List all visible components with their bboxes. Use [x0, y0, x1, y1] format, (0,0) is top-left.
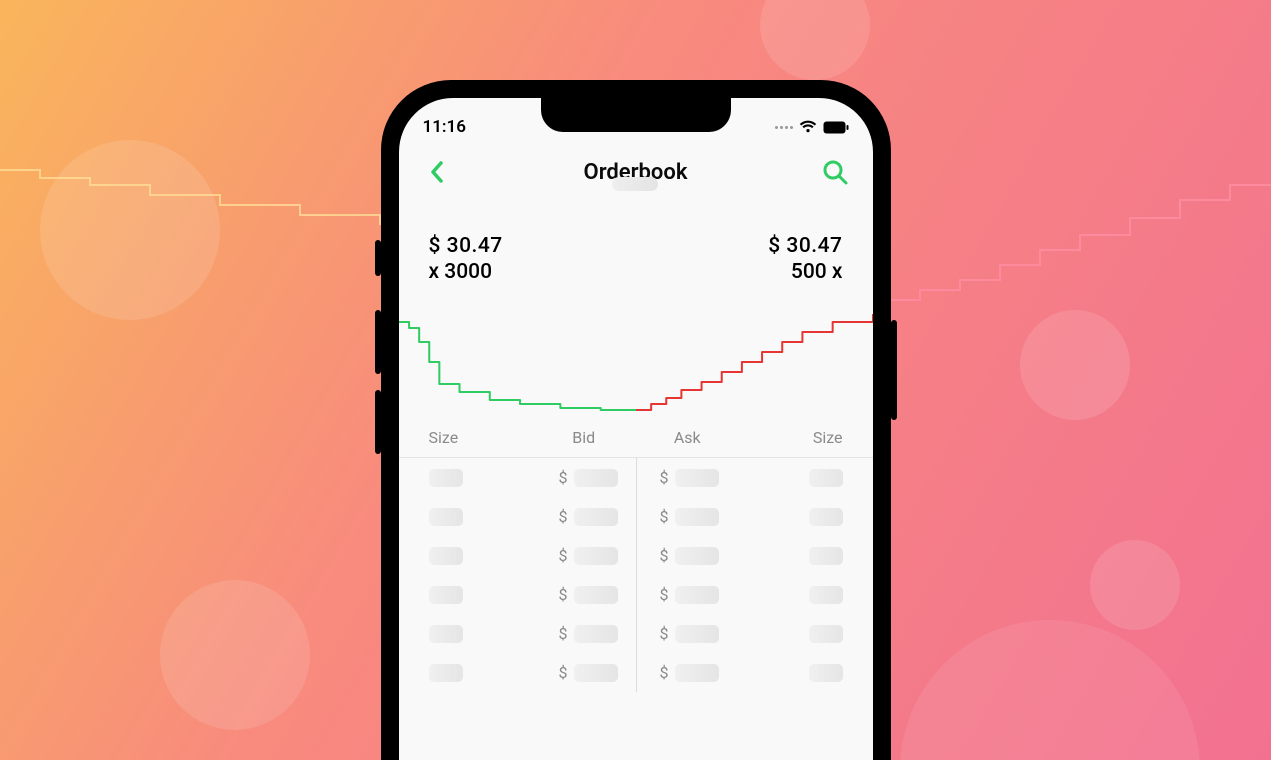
- orderbook-row: $$: [399, 536, 873, 575]
- currency-symbol: $: [559, 468, 568, 487]
- phone-side-button: [375, 390, 381, 454]
- ask-price-placeholder: [675, 664, 719, 682]
- phone-screen: 11:16: [399, 98, 873, 760]
- ask-size-placeholder: [809, 547, 843, 565]
- ask-price-placeholder: [675, 547, 719, 565]
- cellular-icon: [775, 126, 793, 129]
- orderbook-row: $$: [399, 575, 873, 614]
- phone-side-button: [375, 310, 381, 374]
- orderbook-column-headers: Size Bid Ask Size: [399, 422, 873, 458]
- bid-size-placeholder: [429, 508, 463, 526]
- search-button[interactable]: [815, 152, 855, 192]
- bid-size-placeholder: [429, 664, 463, 682]
- ask-size-placeholder: [809, 469, 843, 487]
- orderbook-row: $$: [399, 497, 873, 536]
- currency-symbol: $: [660, 507, 669, 526]
- bid-price-placeholder: [574, 547, 618, 565]
- orderbook-row: $$: [399, 614, 873, 653]
- bid-size-placeholder: [429, 547, 463, 565]
- col-bid: Bid: [532, 428, 636, 447]
- illustration-stage: 11:16: [0, 0, 1271, 760]
- ask-size-placeholder: [809, 586, 843, 604]
- currency-symbol: $: [660, 663, 669, 682]
- bid-size-placeholder: [429, 625, 463, 643]
- wifi-icon: [799, 120, 817, 134]
- ask-size-placeholder: [809, 664, 843, 682]
- bid-size-placeholder: [429, 469, 463, 487]
- ask-price-placeholder: [675, 625, 719, 643]
- best-bid-ask: $ 30.47 x 3000 $ 30.47 500 x: [399, 200, 873, 292]
- bid-size: x 3000: [429, 260, 503, 284]
- phone-side-button: [375, 240, 381, 276]
- bid-price-placeholder: [574, 664, 618, 682]
- col-size-left: Size: [429, 428, 533, 447]
- bid-price: $ 30.47: [429, 234, 503, 258]
- bid-price-placeholder: [574, 508, 618, 526]
- currency-symbol: $: [559, 663, 568, 682]
- ask-price: $ 30.47: [768, 234, 842, 258]
- phone-device-frame: 11:16: [381, 80, 891, 760]
- ask-price-placeholder: [675, 586, 719, 604]
- chevron-left-icon: [428, 160, 446, 184]
- bid-size-placeholder: [429, 586, 463, 604]
- phone-side-button: [891, 320, 897, 420]
- currency-symbol: $: [559, 585, 568, 604]
- ask-price-placeholder: [675, 508, 719, 526]
- subtitle-placeholder: [612, 177, 658, 191]
- currency-symbol: $: [660, 624, 669, 643]
- depth-chart: [399, 292, 873, 422]
- orderbook-grid: $$$$$$$$$$$$: [399, 458, 873, 692]
- back-button[interactable]: [417, 152, 457, 192]
- nav-header: Orderbook: [399, 144, 873, 200]
- ask-size: 500 x: [768, 260, 842, 284]
- bid-price-placeholder: [574, 625, 618, 643]
- status-time: 11:16: [423, 117, 466, 137]
- currency-symbol: $: [559, 507, 568, 526]
- currency-symbol: $: [660, 468, 669, 487]
- orderbook-row: $$: [399, 458, 873, 497]
- currency-symbol: $: [559, 624, 568, 643]
- col-size-right: Size: [739, 428, 843, 447]
- orderbook-row: $$: [399, 653, 873, 692]
- bid-price-placeholder: [574, 586, 618, 604]
- ask-size-placeholder: [809, 508, 843, 526]
- currency-symbol: $: [559, 546, 568, 565]
- currency-symbol: $: [660, 546, 669, 565]
- bid-price-placeholder: [574, 469, 618, 487]
- ask-price-placeholder: [675, 469, 719, 487]
- ask-size-placeholder: [809, 625, 843, 643]
- currency-symbol: $: [660, 585, 669, 604]
- phone-notch: [541, 98, 731, 132]
- search-icon: [822, 159, 848, 185]
- col-ask: Ask: [636, 428, 740, 447]
- battery-icon: [823, 121, 849, 134]
